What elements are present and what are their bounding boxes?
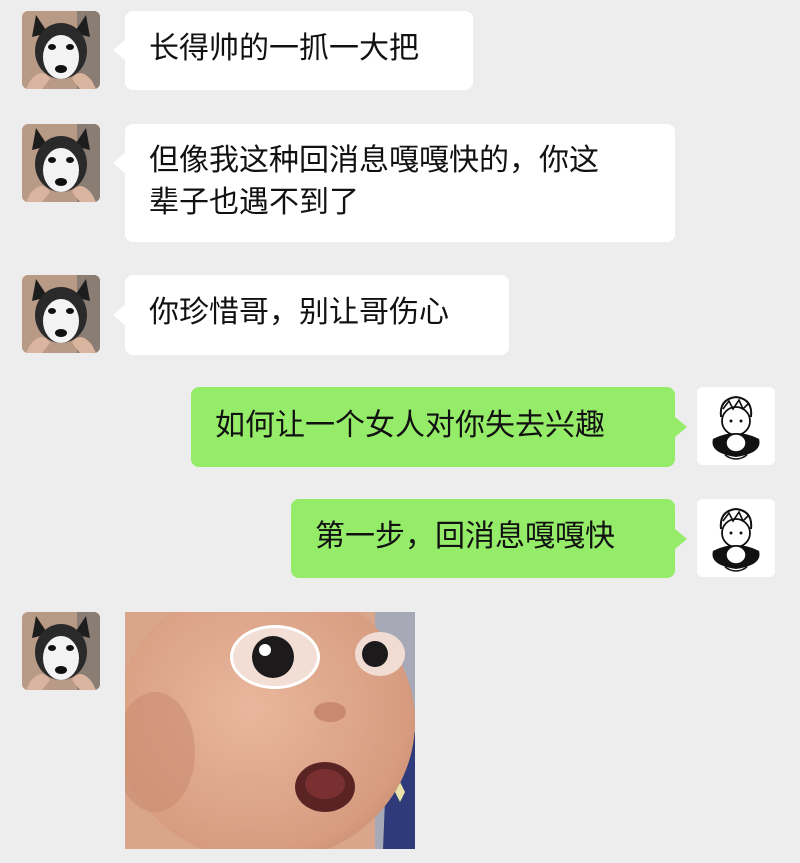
message-text: 辈子也遇不到了 xyxy=(149,185,359,220)
message-bubble-sent-1[interactable]: 如何让一个女人对你失去兴趣 xyxy=(191,387,675,467)
surprised-baby-face-icon xyxy=(125,612,415,849)
bubble-tail xyxy=(675,529,687,549)
bubble-tail xyxy=(675,417,687,437)
bubble-tail xyxy=(113,153,125,173)
message-bubble-received-3[interactable]: 你珍惜哥，别让哥伤心 xyxy=(125,275,509,355)
message-text: 如何让一个女人对你失去兴趣 xyxy=(215,408,605,443)
sticker-image[interactable] xyxy=(125,612,415,849)
message-text: 你珍惜哥，别让哥伤心 xyxy=(149,295,449,330)
cartoon-boy-icon xyxy=(697,387,775,465)
avatar-husky[interactable] xyxy=(22,612,100,690)
husky-dog-icon xyxy=(22,612,100,690)
message-text: 但像我这种回消息嘎嘎快的，你这 xyxy=(149,143,599,178)
message-bubble-received-1[interactable]: 长得帅的一抓一大把 xyxy=(125,11,473,90)
message-text: 长得帅的一抓一大把 xyxy=(149,31,419,66)
message-text: 第一步，回消息嘎嘎快 xyxy=(315,519,615,554)
avatar-self[interactable] xyxy=(697,387,775,465)
husky-dog-icon xyxy=(22,124,100,202)
avatar-husky[interactable] xyxy=(22,11,100,89)
avatar-husky[interactable] xyxy=(22,275,100,353)
avatar-husky[interactable] xyxy=(22,124,100,202)
bubble-tail xyxy=(113,40,125,60)
husky-dog-icon xyxy=(22,11,100,89)
message-bubble-sent-2[interactable]: 第一步，回消息嘎嘎快 xyxy=(291,499,675,578)
message-bubble-received-2[interactable]: 但像我这种回消息嘎嘎快的，你这 辈子也遇不到了 xyxy=(125,124,675,242)
bubble-tail xyxy=(113,305,125,325)
cartoon-boy-icon xyxy=(697,499,775,577)
husky-dog-icon xyxy=(22,275,100,353)
avatar-self[interactable] xyxy=(697,499,775,577)
